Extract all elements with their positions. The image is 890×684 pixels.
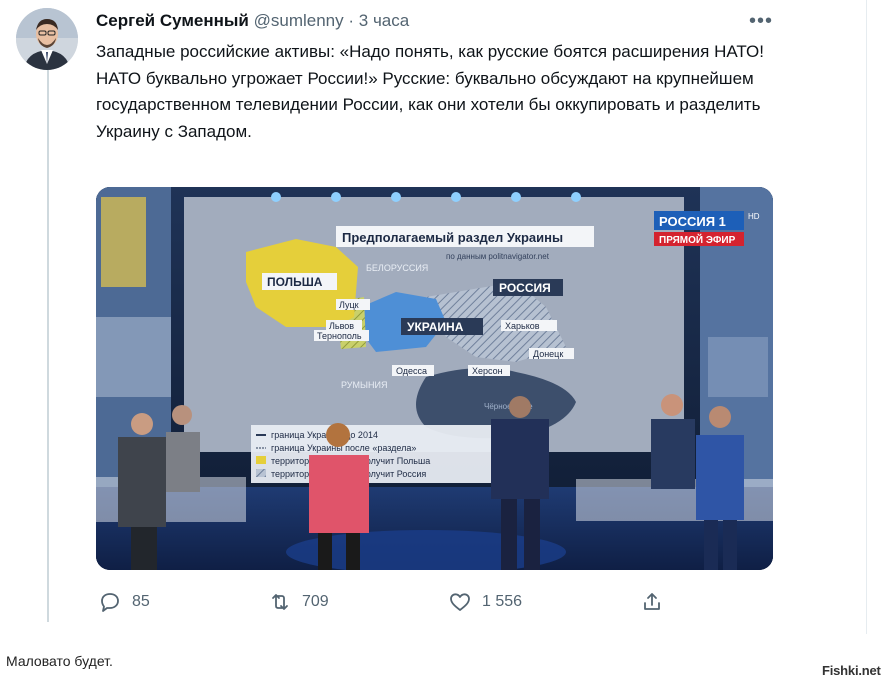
tv-studio-image: Предполагаемый раздел Украины по данным … <box>96 187 773 570</box>
channel-logo: РОССИЯ 1 <box>659 214 726 229</box>
map-title: Предполагаемый раздел Украины <box>342 230 563 245</box>
post-caption: Маловато будет. <box>6 653 113 669</box>
retweet-count: 709 <box>302 593 329 610</box>
city-label: Донецк <box>533 349 563 359</box>
share-button[interactable] <box>640 590 664 614</box>
like-button[interactable]: 1 556 <box>448 590 522 614</box>
city-label: Луцк <box>339 300 359 310</box>
author-handle[interactable]: @sumlenny <box>254 11 344 30</box>
label-ukraine: УКРАИНА <box>407 320 464 334</box>
live-badge: ПРЯМОЙ ЭФИР <box>659 233 736 246</box>
channel-hd: HD <box>748 212 760 221</box>
more-icon: ••• <box>748 10 773 32</box>
like-icon <box>450 593 470 611</box>
like-count: 1 556 <box>482 593 523 610</box>
label-poland: ПОЛЬША <box>267 275 323 289</box>
retweet-button[interactable]: 709 <box>268 590 329 614</box>
reply-icon <box>101 593 119 612</box>
card-border <box>866 0 867 634</box>
city-label: Харьков <box>505 321 540 331</box>
city-label: Тернополь <box>317 331 362 341</box>
separator-dot: · <box>348 11 355 30</box>
reply-count: 85 <box>132 593 150 610</box>
tweet-media[interactable]: Предполагаемый раздел Украины по данным … <box>96 187 773 570</box>
author-name[interactable]: Сергей Суменный <box>96 11 249 30</box>
label-belarus: БЕЛОРУССИЯ <box>366 263 428 273</box>
city-label: Львов <box>329 321 354 331</box>
label-romania: РУМЫНИЯ <box>341 380 387 390</box>
reply-button[interactable]: 85 <box>98 590 150 614</box>
legend-item: граница Украины до 2014 <box>271 430 378 440</box>
tweet-time[interactable]: 3 часа <box>359 11 409 30</box>
city-label: Одесса <box>396 366 427 376</box>
tweet-text: Западные российские активы: «Надо понять… <box>96 42 764 141</box>
city-label: Херсон <box>472 366 503 376</box>
share-icon <box>644 593 660 610</box>
avatar[interactable] <box>16 8 78 70</box>
tweet-header: Сергей Суменный @sumlenny · 3 часа <box>96 11 409 33</box>
avatar-image <box>16 8 78 70</box>
label-russia: РОССИЯ <box>499 281 551 295</box>
map-source: по данным politnavigator.net <box>446 252 550 261</box>
retweet-icon <box>272 594 288 610</box>
more-button[interactable]: ••• <box>748 10 774 32</box>
thread-line <box>47 70 49 622</box>
site-watermark: Fishki.net <box>822 663 881 678</box>
tweet-card: Сергей Суменный @sumlenny · 3 часа ••• З… <box>0 0 868 634</box>
